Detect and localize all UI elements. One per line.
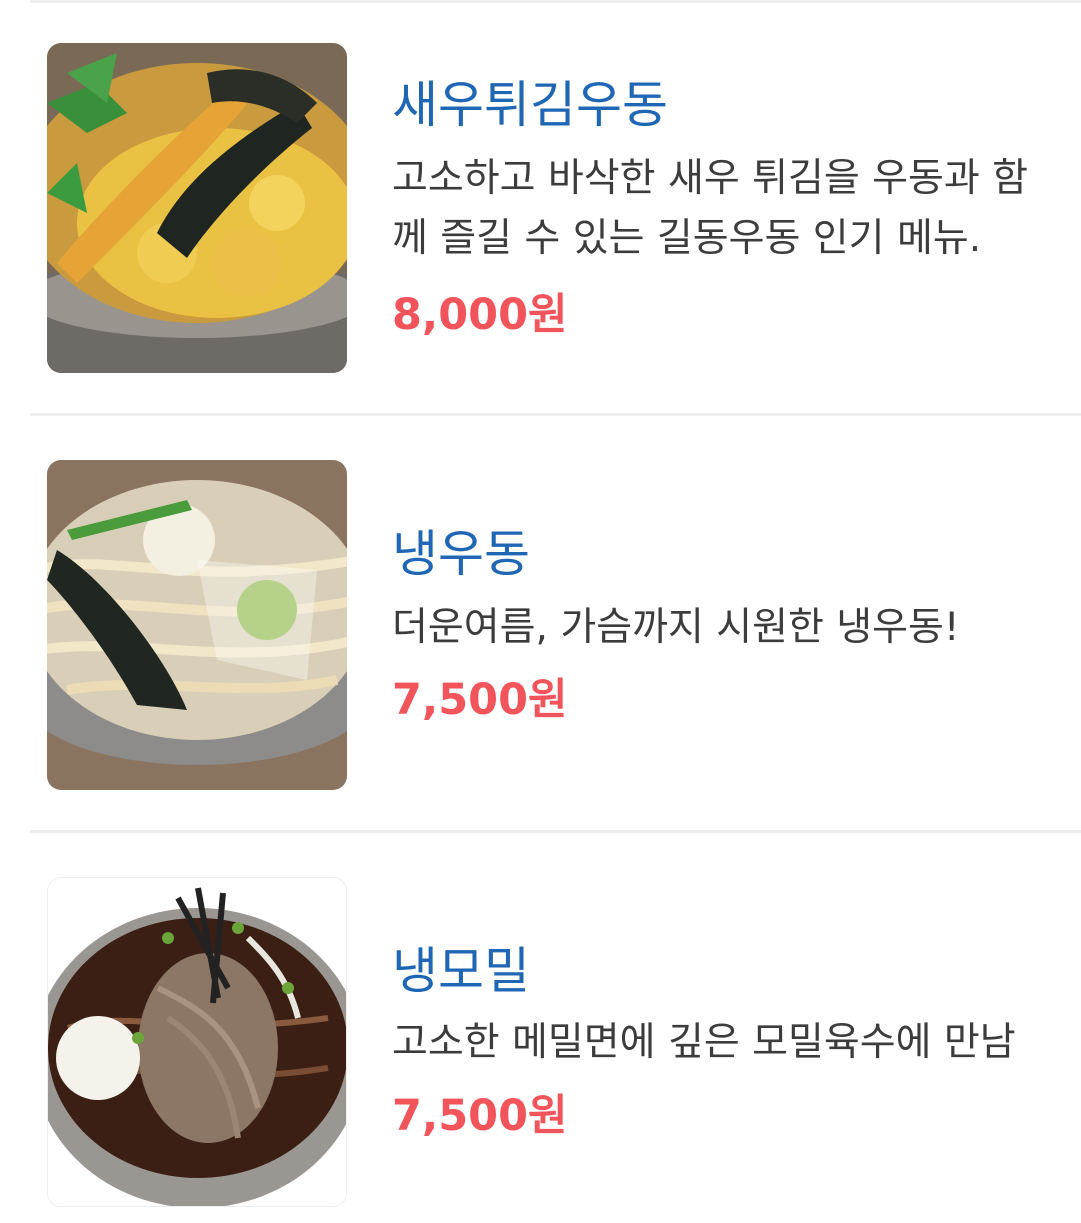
menu-item-name: 냉우동 xyxy=(392,525,530,583)
menu-item-name: 새우튀김우동 xyxy=(392,76,668,134)
item-divider xyxy=(30,413,1081,416)
menu-item-price: 8,000원 xyxy=(392,290,568,340)
cold-udon-photo[interactable] xyxy=(47,460,347,790)
menu-list: 새우튀김우동 고소하고 바삭한 새우 튀김을 우동과 함께 즐길 수 있는 길동… xyxy=(0,0,1081,1223)
menu-item-description: 고소하고 바삭한 새우 튀김을 우동과 함께 즐길 수 있는 길동우동 인기 메… xyxy=(392,156,1029,261)
menu-item-cold-soba[interactable]: 냉모밀 고소한 메밀면에 깊은 모밀육수에 만남 7,500원 xyxy=(0,877,1081,1207)
top-divider xyxy=(30,0,1081,3)
menu-item-name: 냉모밀 xyxy=(392,942,530,1000)
item-divider xyxy=(30,830,1081,833)
menu-item-shrimp-tempura-udon[interactable]: 새우튀김우동 고소하고 바삭한 새우 튀김을 우동과 함께 즐길 수 있는 길동… xyxy=(0,43,1081,373)
menu-item-price: 7,500원 xyxy=(392,675,568,725)
menu-item-price: 7,500원 xyxy=(392,1091,568,1141)
menu-item-cold-udon[interactable]: 냉우동 더운여름, 가슴까지 시원한 냉우동! 7,500원 xyxy=(0,460,1081,790)
menu-item-description: 더운여름, 가슴까지 시원한 냉우동! xyxy=(392,605,960,650)
menu-item-description: 고소한 메밀면에 깊은 모밀육수에 만남 xyxy=(392,1020,1016,1065)
cold-soba-photo[interactable] xyxy=(47,877,347,1207)
shrimp-tempura-udon-photo[interactable] xyxy=(47,43,347,373)
